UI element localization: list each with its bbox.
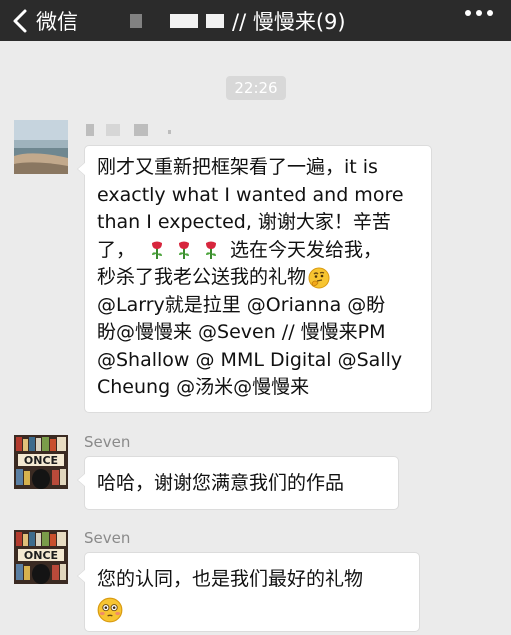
chat-title: // 慢慢来(9) bbox=[232, 9, 346, 34]
message-text: 了， bbox=[97, 238, 136, 261]
bookshelf-avatar-image: ONCE bbox=[14, 530, 68, 584]
redacted-block bbox=[134, 124, 148, 136]
message-text: 选在今天发给我， bbox=[230, 238, 383, 261]
back-label: 微信 bbox=[36, 9, 78, 34]
message-text: 秒杀了我老公送我的礼物 bbox=[97, 266, 307, 288]
rose-emoji-icon bbox=[152, 241, 163, 260]
redacted-block bbox=[106, 124, 120, 136]
redacted-block bbox=[168, 130, 171, 134]
beach-avatar-image bbox=[14, 120, 68, 174]
message-line: 您的认同，也是我们最好的礼物 bbox=[97, 568, 364, 590]
time-divider: 22:26 bbox=[226, 76, 286, 100]
flushed-face-emoji-icon bbox=[97, 597, 123, 623]
message-line: than I expected, 谢谢大家！辛苦 bbox=[97, 211, 391, 233]
redacted-block bbox=[86, 124, 94, 136]
message-line: 哈哈，谢谢您满意我们的作品 bbox=[97, 472, 345, 494]
message-bubble[interactable]: 您的认同，也是我们最好的礼物 bbox=[77, 552, 420, 632]
message-line: Cheung @汤米@慢慢来 bbox=[97, 376, 310, 398]
redacted-block bbox=[130, 13, 142, 28]
message-line: 盼@慢慢来 @Seven // 慢慢来PM bbox=[97, 321, 386, 343]
message-line: @Shallow @ MML Digital @Sally bbox=[97, 348, 403, 371]
rose-emoji-icon bbox=[206, 241, 217, 260]
back-button[interactable]: 微信 bbox=[8, 0, 78, 41]
redacted-block bbox=[206, 13, 224, 28]
message-line: 了， 选在今天发给我， bbox=[97, 237, 419, 265]
avatar[interactable]: ONCE bbox=[14, 435, 68, 489]
message-line: exactly what I wanted and more bbox=[97, 183, 404, 206]
message-bubble[interactable]: 哈哈，谢谢您满意我们的作品 bbox=[77, 456, 399, 510]
message-bubble[interactable]: 刚才又重新把框架看了一遍，it is exactly what I wanted… bbox=[77, 145, 432, 413]
message-line: 秒杀了我老公送我的礼物 bbox=[97, 264, 419, 292]
message-line bbox=[97, 597, 407, 623]
chat-header: 微信 // 慢慢来(9) bbox=[0, 0, 511, 41]
sender-name: Seven bbox=[84, 433, 131, 451]
avatar[interactable] bbox=[14, 120, 68, 174]
avatar[interactable]: ONCE bbox=[14, 530, 68, 584]
sender-name: Seven bbox=[84, 529, 131, 547]
svg-text:ONCE: ONCE bbox=[24, 454, 58, 467]
thinking-face-emoji-icon bbox=[308, 267, 330, 289]
svg-text:ONCE: ONCE bbox=[24, 549, 58, 562]
more-dots-icon[interactable] bbox=[465, 10, 493, 16]
redacted-block bbox=[170, 13, 198, 28]
message-line: 刚才又重新把框架看了一遍，it is bbox=[97, 156, 378, 178]
rose-emoji-icon bbox=[179, 241, 190, 260]
chat-title-area: // 慢慢来(9) bbox=[130, 0, 346, 41]
chevron-left-icon bbox=[13, 9, 27, 32]
message-line: @Larry就是拉里 @Orianna @盼 bbox=[97, 293, 386, 316]
bookshelf-avatar-image: ONCE bbox=[14, 435, 68, 489]
